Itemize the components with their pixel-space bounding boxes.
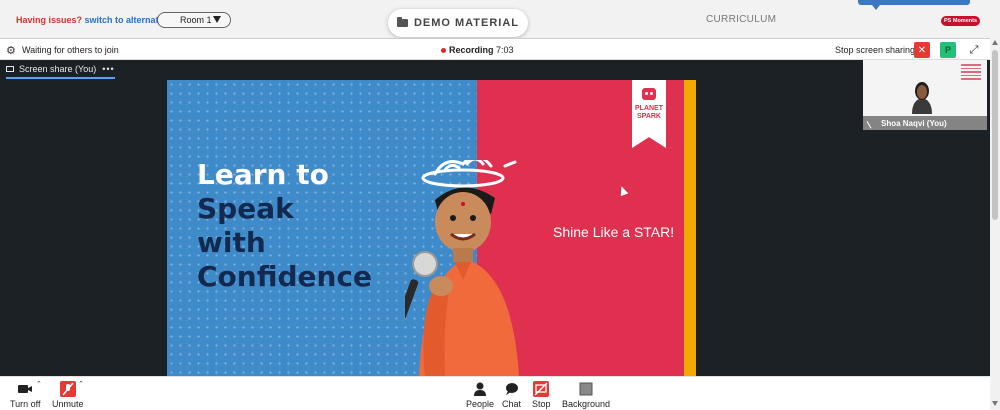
turn-off-label: Turn off [10,399,41,409]
self-name-label: Shoa Naqvi (You) [881,118,947,128]
ps-moments-badge[interactable]: PS Moments [941,16,981,26]
meeting-status-bar: ⚙ Waiting for others to join Recording 7… [0,38,1000,60]
stop-sharing-text[interactable]: Stop screen sharing [835,45,915,55]
slide-headline: Learn to Speak with Confidence [197,158,372,294]
chevron-up-icon[interactable]: ⌃ [78,380,84,388]
meeting-window: Having issues? switch to alternate room … [0,0,1000,410]
chevron-down-icon [213,16,221,23]
participant-face-image [912,82,932,114]
waiting-text: Waiting for others to join [22,45,119,55]
scroll-up-icon[interactable] [992,40,998,45]
stop-share-button[interactable]: Stop [532,381,551,409]
demo-material-label: DEMO MATERIAL [413,17,520,29]
mic-muted-icon [866,117,878,129]
people-label: People [466,399,495,409]
people-icon [474,382,487,396]
background-icon [579,382,593,396]
headline-line-1: Learn to [197,158,329,191]
close-icon: ✕ [917,44,927,56]
robot-icon [642,88,656,100]
recording-indicator: Recording 7:03 [441,45,514,55]
slide-yellow-stripe [684,80,696,376]
child-with-microphone-image [405,160,519,376]
participant-p-button[interactable]: P [940,42,956,58]
background-label: Background [562,399,611,409]
screen-share-label: Screen share (You) [19,64,97,74]
expand-button[interactable]: ⤢ [966,42,982,58]
share-menu-icon[interactable]: ••• [102,64,114,74]
blue-callout-tab [858,0,970,10]
shared-slide: Learn to Speak with Confidence PLANET SP… [167,80,696,376]
demo-material-button[interactable]: DEMO MATERIAL [388,9,528,37]
unmute-label: Unmute [52,399,84,409]
people-button[interactable]: People [466,381,494,409]
self-video-tile[interactable]: Shoa Naqvi (You) [863,60,987,130]
curriculum-tab[interactable]: CURRICULUM [706,14,776,25]
slide-tagline: Shine Like a STAR! [553,224,675,240]
monitor-icon [6,66,14,72]
room-select[interactable]: Room 1 [157,12,231,28]
brand-line-2: SPARK [637,113,661,120]
recording-label: Recording [449,45,494,55]
self-name-bar: Shoa Naqvi (You) [863,116,987,130]
video-stage: Screen share (You) ••• Learn to Speak wi… [0,60,990,376]
background-button[interactable]: Background [562,381,610,409]
issues-text: Having issues? [16,15,83,25]
record-dot-icon [441,48,446,54]
p-label: P [944,45,951,55]
camera-icon [18,385,33,393]
headline-line-2: Speak [197,192,294,225]
top-header: Having issues? switch to alternate room … [0,0,1000,38]
room-select-value: Room 1 [180,15,212,25]
mic-off-icon [59,381,76,397]
moments-label: PS Moments [944,18,978,24]
close-share-button[interactable]: ✕ [914,42,930,58]
gear-icon[interactable]: ⚙ [6,44,16,57]
background-poster-image [959,62,983,92]
expand-icon: ⤢ [969,43,979,56]
stop-label: Stop [532,399,551,409]
stop-share-icon [533,381,550,397]
headline-line-3: with [197,226,266,259]
brand-line-1: PLANET [635,105,663,112]
page-scrollbar[interactable] [990,38,1000,410]
chat-icon [505,383,518,395]
scroll-down-icon[interactable] [992,401,998,406]
chat-label: Chat [502,399,522,409]
recording-time: 7:03 [496,45,514,55]
folder-icon [396,17,408,27]
brand-text: PLANET SPARK [632,105,666,121]
headline-line-4: Confidence [197,260,373,293]
chevron-up-icon[interactable]: ⌃ [36,380,42,388]
screen-share-tab[interactable]: Screen share (You) ••• [6,63,115,79]
scroll-thumb[interactable] [992,50,998,220]
chat-button[interactable]: Chat [502,381,521,409]
meeting-toolbar: Turn off ⌃ Unmute ⌃ People Chat Stop Bac… [0,376,990,410]
